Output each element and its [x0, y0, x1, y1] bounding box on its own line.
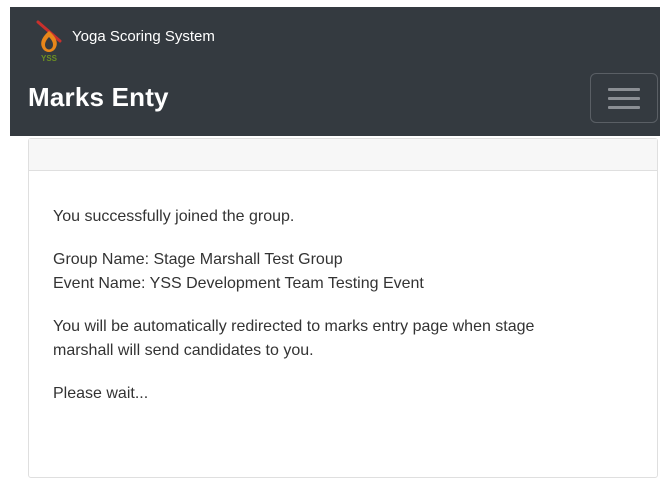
group-name: Group Name: Stage Marshall Test Group: [53, 251, 343, 268]
hamburger-icon: [608, 87, 640, 91]
status-card: You successfully joined the group. Group…: [28, 138, 658, 478]
page-title: Marks Enty: [28, 82, 169, 112]
wait-message: Please wait...: [53, 385, 149, 402]
event-name: Event Name: YSS Development Team Testing…: [53, 275, 424, 292]
card-body: You successfully joined the group. Group…: [29, 171, 657, 406]
redirect-message-line1: You will be automatically redirected to …: [53, 318, 535, 335]
menu-toggle-button[interactable]: [590, 73, 658, 123]
redirect-message-line2: marshall will send candidates to you.: [53, 342, 314, 359]
card-header: [29, 139, 657, 171]
yss-logo-icon: YSS: [36, 20, 62, 63]
brand-text: Yoga Scoring System: [72, 27, 215, 45]
success-message: You successfully joined the group.: [53, 208, 295, 225]
brand[interactable]: YSS Yoga Scoring System: [34, 19, 215, 63]
hamburger-icon: [608, 105, 640, 109]
logo-text: YSS: [41, 54, 58, 63]
navbar: YSS Yoga Scoring System Marks Enty: [10, 7, 660, 136]
hamburger-icon: [608, 96, 640, 100]
